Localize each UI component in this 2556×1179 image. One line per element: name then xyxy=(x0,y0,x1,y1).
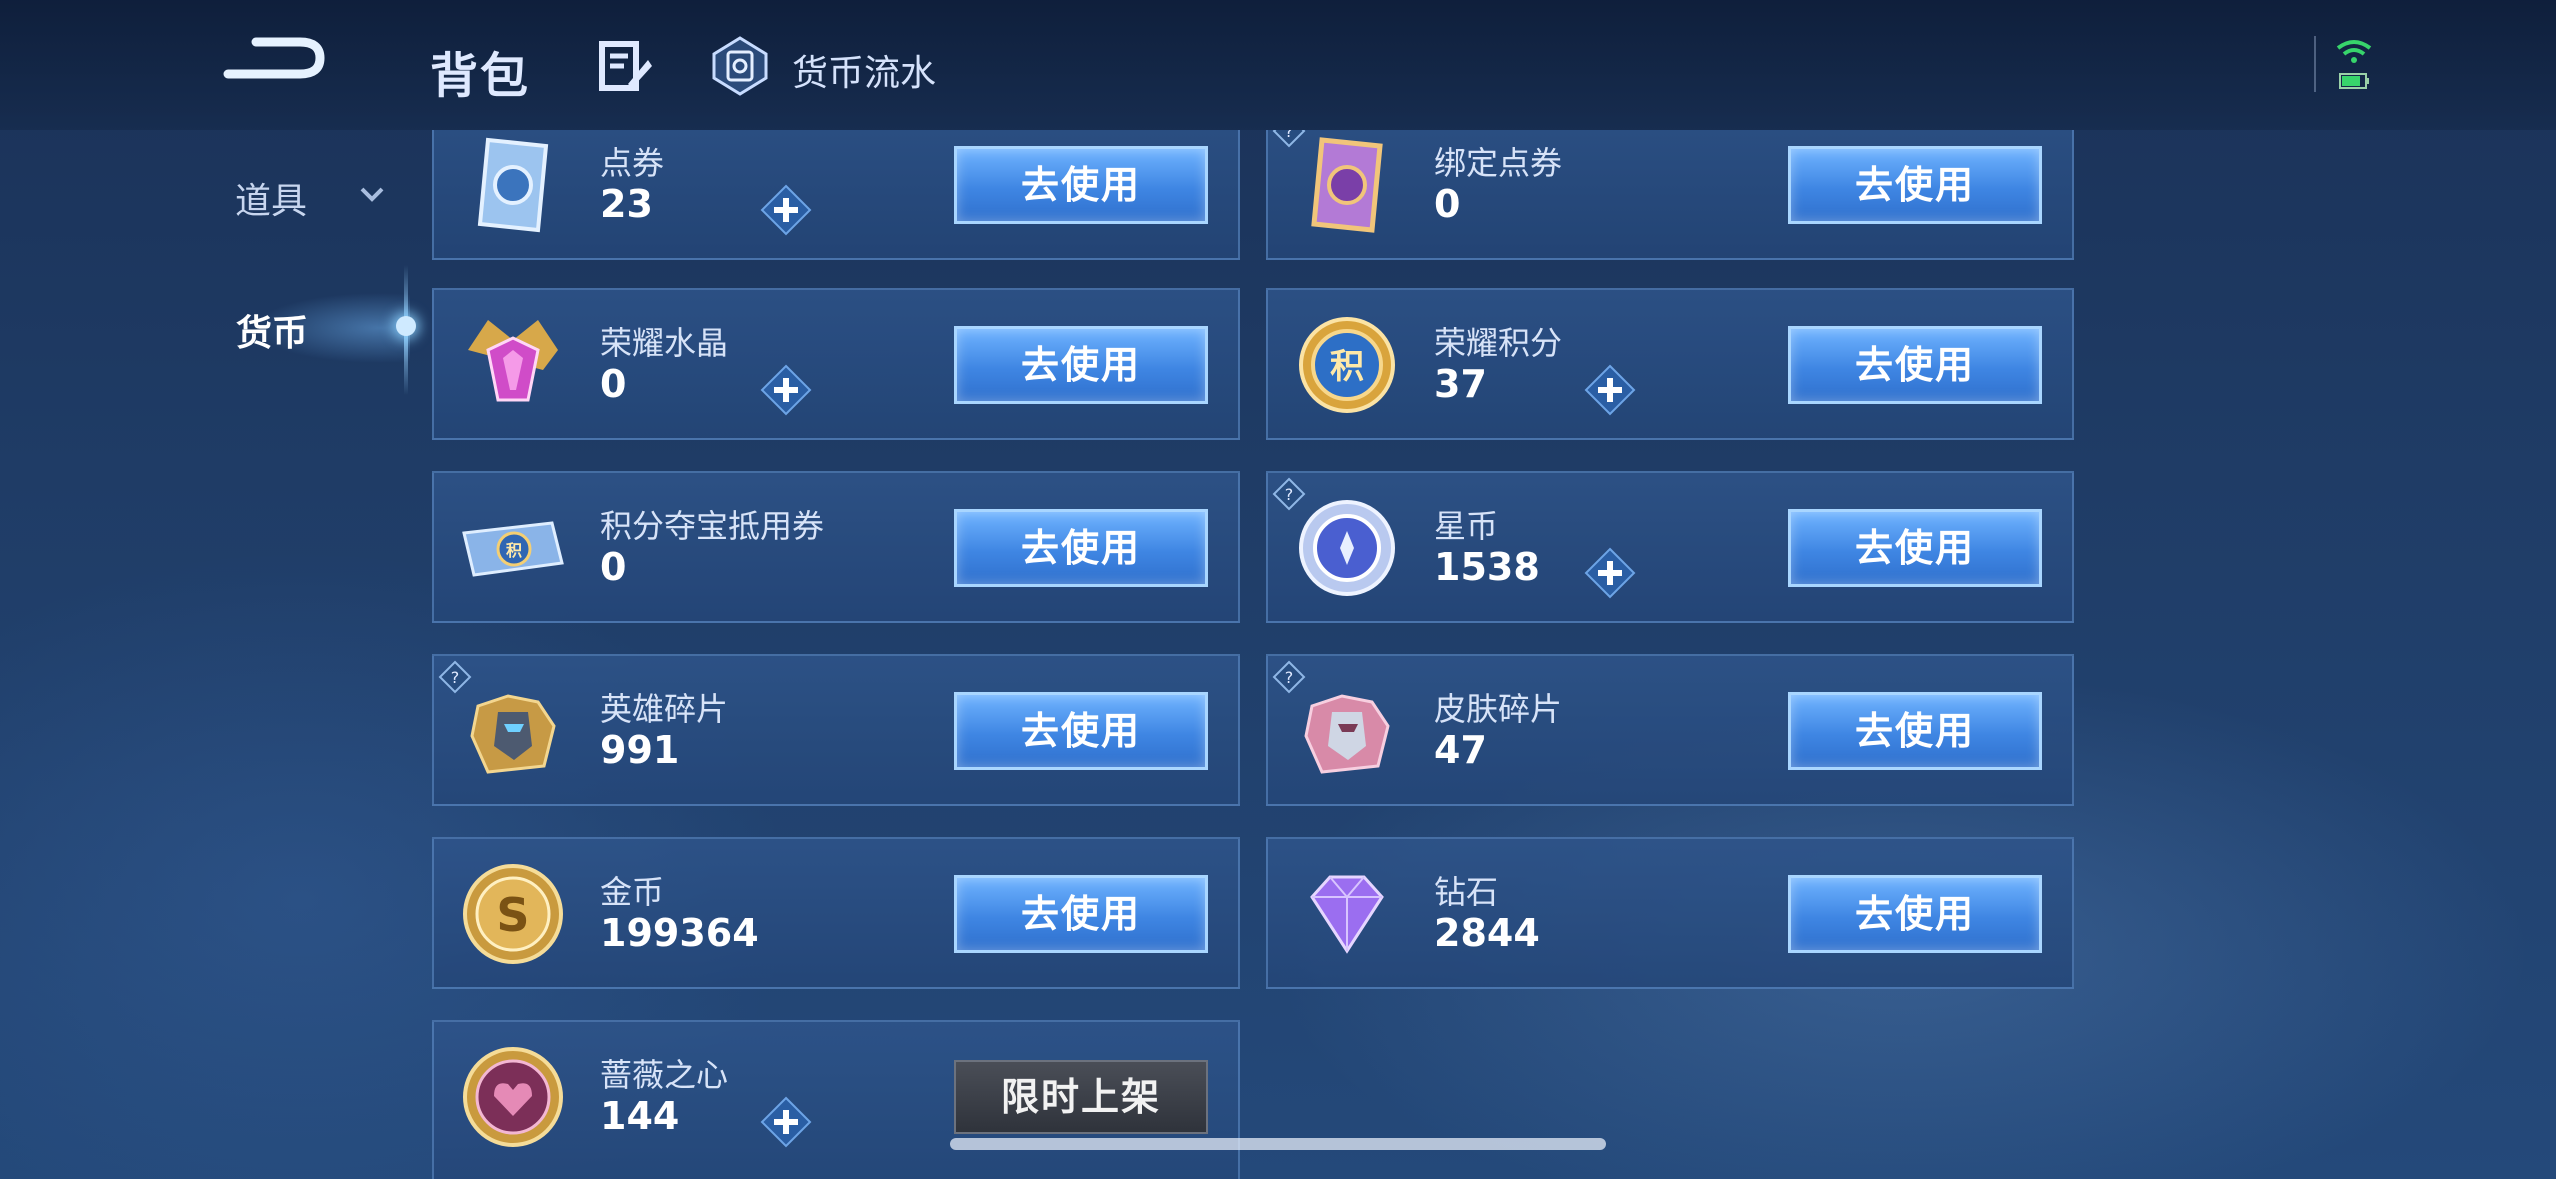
use-button[interactable]: 去使用 xyxy=(1788,326,2042,404)
currency-count: 0 xyxy=(600,362,627,406)
points-voucher-icon: 积 xyxy=(462,521,564,577)
top-bar: 背包 货币流水 xyxy=(0,0,2556,130)
currency-count: 37 xyxy=(1434,362,1487,406)
diamond-icon xyxy=(1310,875,1384,954)
sidebar-item-props[interactable]: 道具 xyxy=(235,172,307,224)
currency-name: 钻石 xyxy=(1434,873,1499,911)
currency-count: 991 xyxy=(600,728,680,772)
back-icon[interactable] xyxy=(220,30,330,90)
page-title: 背包 xyxy=(430,48,531,104)
sidebar-item-currency[interactable]: 货币 xyxy=(236,304,308,356)
currency-card-voucher: 积 积分夺宝抵用券 0 去使用 xyxy=(432,471,1240,623)
selected-indicator-dot xyxy=(396,316,416,336)
currency-flow-link[interactable]: 货币流水 xyxy=(792,44,936,96)
plus-icon[interactable] xyxy=(1584,364,1636,416)
rose-heart-icon xyxy=(463,1047,563,1147)
currency-flow-icon[interactable] xyxy=(712,36,768,96)
currency-count: 0 xyxy=(600,545,627,589)
currency-count: 0 xyxy=(1434,182,1461,226)
currency-card-coupon: 点券 23 去使用 xyxy=(432,130,1240,260)
plus-icon[interactable] xyxy=(760,1096,812,1148)
currency-name: 点券 xyxy=(600,144,665,182)
edit-icon[interactable] xyxy=(598,38,654,94)
chevron-down-icon[interactable] xyxy=(358,180,386,208)
currency-count: 144 xyxy=(600,1094,680,1138)
skin-shard-icon xyxy=(1304,694,1390,774)
currency-name: 蔷薇之心 xyxy=(600,1056,729,1094)
star-coin-icon xyxy=(1299,500,1395,596)
currency-card-hero-shard: ? 英雄碎片 991 去使用 xyxy=(432,654,1240,806)
currency-count: 2844 xyxy=(1434,911,1540,955)
use-button[interactable]: 去使用 xyxy=(1788,692,2042,770)
currency-count: 23 xyxy=(600,182,653,226)
currency-card-diamond: 钻石 2844 去使用 xyxy=(1266,837,2074,989)
currency-count: 47 xyxy=(1434,728,1487,772)
use-button[interactable]: 去使用 xyxy=(954,509,1208,587)
currency-name: 荣耀积分 xyxy=(1434,324,1563,362)
currency-list[interactable]: 点券 23 去使用 ? 绑定点券 0 去使用 荣耀水晶 0 去使用 积 荣耀积分… xyxy=(420,130,2100,1179)
svg-text:S: S xyxy=(496,888,529,942)
use-button[interactable]: 去使用 xyxy=(954,875,1208,953)
currency-card-star-coin: ? 星币 1538 去使用 xyxy=(1266,471,2074,623)
svg-text:积: 积 xyxy=(1330,347,1364,387)
currency-name: 星币 xyxy=(1434,507,1499,545)
ticket-icon xyxy=(477,137,549,233)
plus-icon[interactable] xyxy=(760,364,812,416)
wifi-battery-icon xyxy=(2336,40,2372,89)
glory-crystal-icon xyxy=(468,320,558,402)
use-button[interactable]: 去使用 xyxy=(1788,146,2042,224)
hero-shard-icon xyxy=(470,694,556,774)
home-indicator[interactable] xyxy=(950,1138,1606,1150)
gold-coin-icon: S xyxy=(463,864,563,964)
use-button[interactable]: 去使用 xyxy=(954,146,1208,224)
currency-card-gold: S 金币 199364 去使用 xyxy=(432,837,1240,989)
currency-card-points: 积 荣耀积分 37 去使用 xyxy=(1266,288,2074,440)
currency-name: 荣耀水晶 xyxy=(600,324,729,362)
currency-name: 金币 xyxy=(600,873,665,911)
bound-ticket-icon xyxy=(1311,137,1383,233)
use-button[interactable]: 去使用 xyxy=(954,326,1208,404)
currency-card-skin-shard: ? 皮肤碎片 47 去使用 xyxy=(1266,654,2074,806)
use-button[interactable]: 去使用 xyxy=(954,692,1208,770)
currency-card-rose: 蔷薇之心 144 限时上架 xyxy=(432,1020,1240,1179)
currency-card-bound-coupon: ? 绑定点券 0 去使用 xyxy=(1266,130,2074,260)
limited-time-button[interactable]: 限时上架 xyxy=(954,1060,1208,1134)
use-button[interactable]: 去使用 xyxy=(1788,875,2042,953)
currency-name: 英雄碎片 xyxy=(600,690,729,728)
glory-points-icon: 积 xyxy=(1299,317,1395,413)
currency-name: 绑定点券 xyxy=(1434,144,1563,182)
currency-name: 皮肤碎片 xyxy=(1434,690,1563,728)
currency-count: 1538 xyxy=(1434,545,1540,589)
svg-text:积: 积 xyxy=(506,541,522,560)
plus-icon[interactable] xyxy=(760,184,812,236)
plus-icon[interactable] xyxy=(1584,547,1636,599)
currency-count: 199364 xyxy=(600,911,759,955)
use-button[interactable]: 去使用 xyxy=(1788,509,2042,587)
currency-name: 积分夺宝抵用券 xyxy=(600,507,825,545)
currency-card-crystal: 荣耀水晶 0 去使用 xyxy=(432,288,1240,440)
status-divider xyxy=(2314,36,2316,92)
